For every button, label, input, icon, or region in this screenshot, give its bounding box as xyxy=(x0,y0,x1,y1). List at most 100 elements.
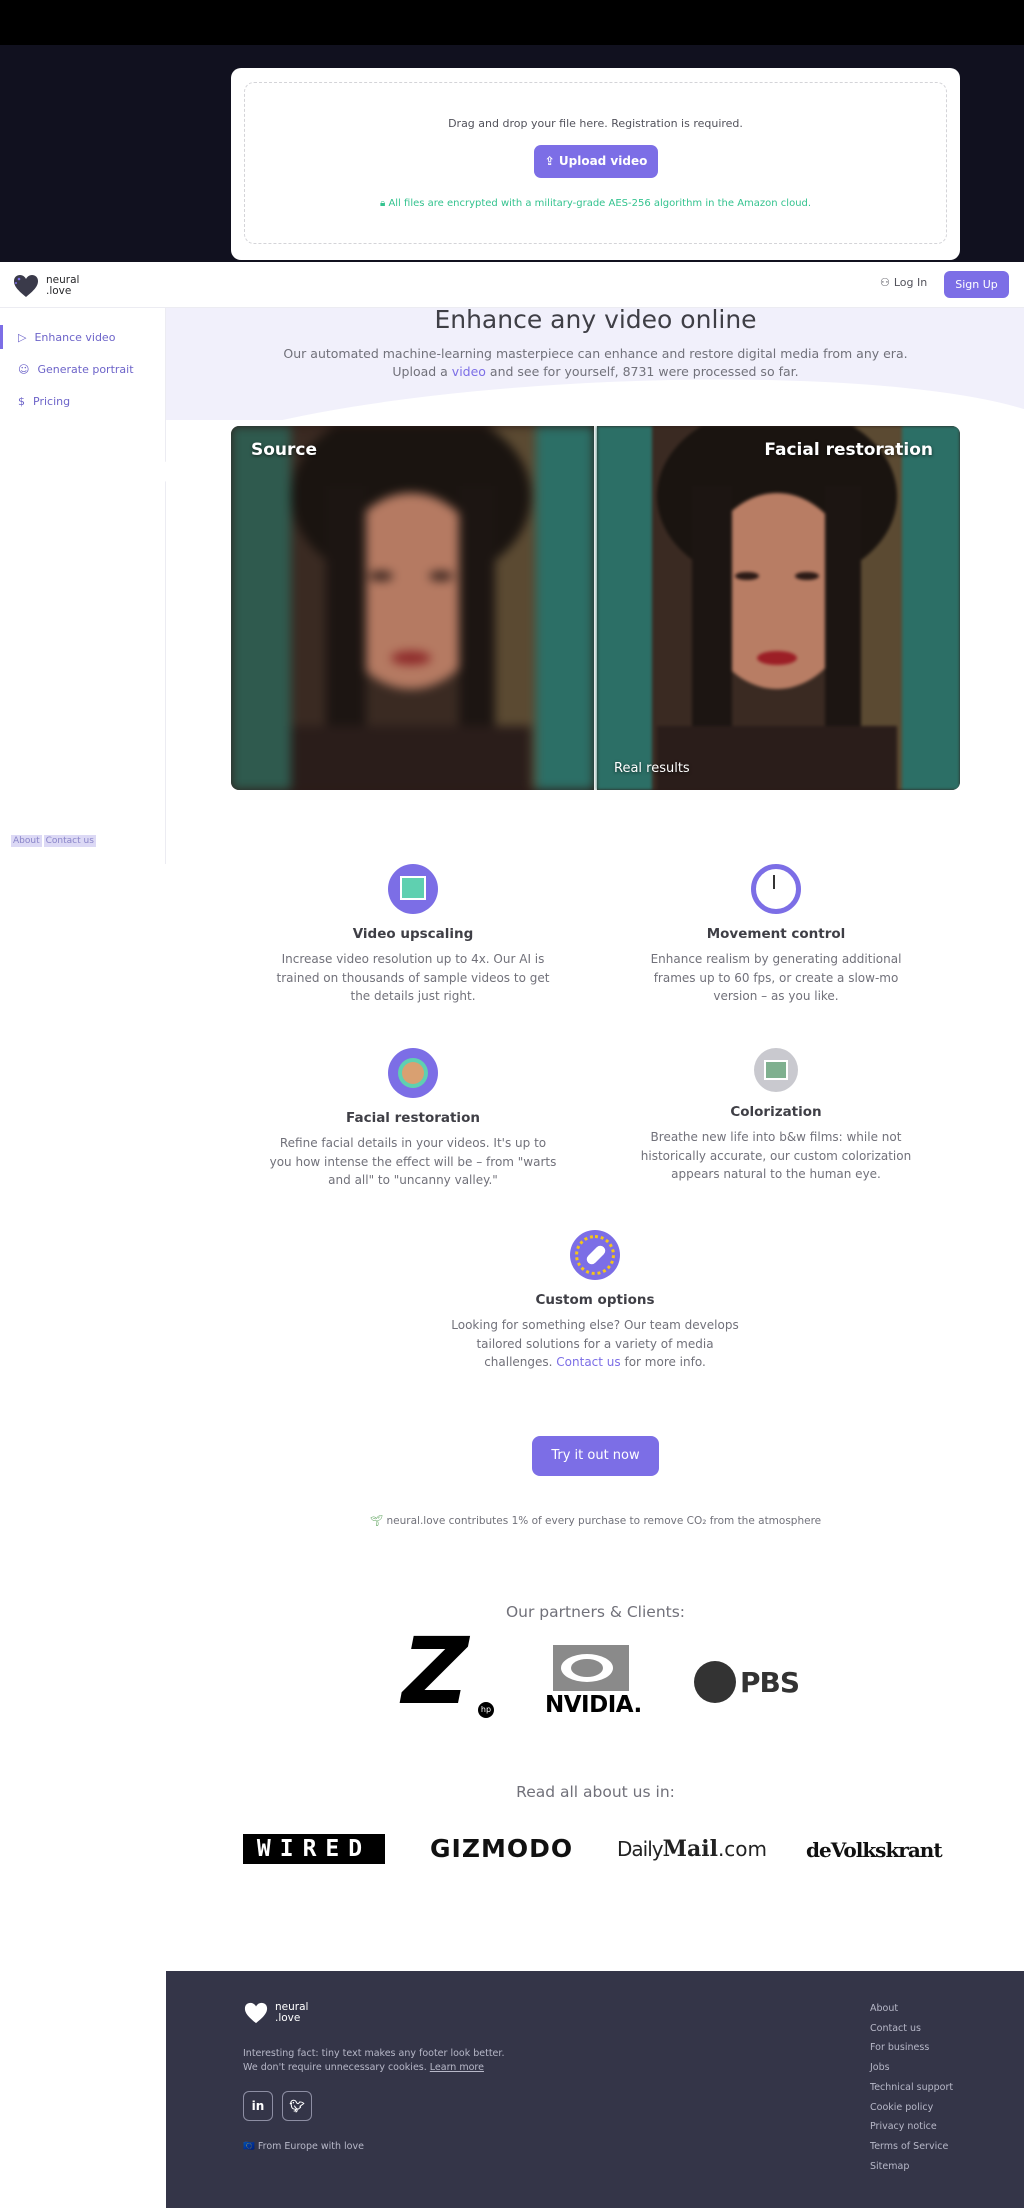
footer-link-about[interactable]: About xyxy=(870,1999,953,2019)
feature-movement-control: Movement control Enhance realism by gene… xyxy=(631,864,921,1006)
login-label: Log In xyxy=(893,276,928,289)
logo-text-line2: .love xyxy=(46,285,72,297)
image-upscale-icon xyxy=(388,864,438,914)
heart-logo-icon xyxy=(14,275,38,297)
footer-link-cookie[interactable]: Cookie policy xyxy=(870,2098,953,2118)
footer-fact-line1: Interesting fact: tiny text makes any fo… xyxy=(243,2048,505,2059)
feature-title: Video upscaling xyxy=(352,926,474,942)
upload-card: Drag and drop your file here. Registrati… xyxy=(231,68,960,260)
sidebar-item-pricing[interactable]: $ Pricing xyxy=(0,389,166,413)
footer-link-privacy[interactable]: Privacy notice xyxy=(870,2117,953,2137)
pbs-head-icon xyxy=(694,1661,736,1703)
hp-icon: hp xyxy=(478,1702,494,1718)
top-navigation: neural .love ⚇ Log In Sign Up xyxy=(0,262,1024,308)
dropzone[interactable]: Drag and drop your file here. Registrati… xyxy=(244,82,947,244)
linkedin-icon: in xyxy=(251,2099,265,2113)
custom-desc-post: for more info. xyxy=(620,1355,706,1369)
login-button[interactable]: ⚇ Log In xyxy=(880,276,927,289)
encryption-text: All files are encrypted with a military-… xyxy=(388,198,812,209)
hero-subtitle-pre: Upload a xyxy=(392,364,452,379)
learn-more-link[interactable]: Learn more xyxy=(430,2062,484,2073)
sidebar-about-link[interactable]: About xyxy=(11,835,42,847)
volkskrant-logo: deVolkskrant xyxy=(806,1838,943,1862)
sidebar-item-label: Generate portrait xyxy=(37,362,134,376)
dailymail-logo: DailyMail.com xyxy=(617,1836,767,1862)
twitter-button[interactable]: 🐦︎ xyxy=(282,2091,312,2121)
user-icon: ⚇ xyxy=(880,276,890,289)
footer-link-business[interactable]: For business xyxy=(870,2038,953,2058)
footer-europe: 🇪🇺 From Europe with love xyxy=(243,2141,364,2152)
co2-text: neural.love contributes 1% of every purc… xyxy=(386,1515,822,1527)
sprout-icon: 🌱︎ xyxy=(369,1515,387,1527)
smile-icon: ☺ xyxy=(18,362,30,376)
feature-description: Enhance realism by generating additional… xyxy=(650,952,902,1003)
hero-subtitle-post: and see for yourself, 8731 were processe… xyxy=(485,364,799,379)
feature-custom-options: Custom options Looking for something els… xyxy=(450,1230,740,1372)
feature-description: Increase video resolution up to 4x. Our … xyxy=(276,952,550,1003)
hero-subtitle: Our automated machine-learning masterpie… xyxy=(231,345,960,381)
page-title: Enhance any video online xyxy=(434,305,757,334)
footer-link-terms[interactable]: Terms of Service xyxy=(870,2137,953,2157)
feature-title: Custom options xyxy=(535,1292,655,1308)
sidebar-item-enhance-video[interactable]: ▷ Enhance video xyxy=(0,325,166,349)
footer-fact: Interesting fact: tiny text makes any fo… xyxy=(243,2047,504,2075)
logo[interactable]: neural .love xyxy=(12,273,79,299)
feature-description: Refine facial details in your videos. It… xyxy=(269,1136,557,1187)
upload-button-label: Upload video xyxy=(558,154,648,168)
encryption-notice: 🔒︎ All files are encrypted with a milita… xyxy=(245,198,946,209)
facial-restoration-label: Facial restoration xyxy=(764,440,933,460)
dailymail-com: .com xyxy=(717,1837,768,1861)
video-link[interactable]: video xyxy=(452,364,486,379)
sidebar-item-label: Pricing xyxy=(33,394,71,408)
upload-video-button[interactable]: ⇪ Upload video xyxy=(534,145,658,178)
eu-flag-icon: 🇪🇺 xyxy=(243,2141,258,2152)
face-icon xyxy=(388,1048,438,1098)
rocket-icon xyxy=(570,1230,620,1280)
sidebar: ▷ Enhance video ☺ Generate portrait $ Prici… xyxy=(0,308,166,864)
feature-title: Colorization xyxy=(730,1104,822,1120)
europe-text: From Europe with love xyxy=(257,2141,364,2152)
sidebar-item-generate-portrait[interactable]: ☺ Generate portrait xyxy=(0,357,166,381)
nvidia-eye-icon xyxy=(553,1645,629,1691)
gizmodo-logo: GIZMODO xyxy=(430,1834,574,1863)
contact-us-link[interactable]: Contact us xyxy=(556,1355,620,1369)
before-after-comparison[interactable]: Source Facial restoration Real results xyxy=(231,426,960,790)
sidebar-footer: About Contact us xyxy=(11,835,98,847)
dollar-icon: $ xyxy=(18,394,25,408)
real-results-label: Real results xyxy=(614,761,690,776)
dailymail-mail: Mail xyxy=(662,1836,718,1862)
nvidia-wordmark: NVIDIA. xyxy=(545,1692,642,1718)
source-label: Source xyxy=(251,440,318,460)
footer-link-support[interactable]: Technical support xyxy=(870,2078,953,2098)
feature-title: Movement control xyxy=(706,926,846,942)
footer-link-contact[interactable]: Contact us xyxy=(870,2019,953,2039)
restored-image xyxy=(597,426,960,790)
footer-link-jobs[interactable]: Jobs xyxy=(870,2058,953,2078)
pbs-wordmark: PBS xyxy=(740,1665,800,1699)
signup-button[interactable]: Sign Up xyxy=(944,271,1009,298)
nvidia-logo: NVIDIA. xyxy=(545,1645,645,1720)
feature-facial-restoration: Facial restoration Refine facial details… xyxy=(268,1048,558,1190)
feature-colorization: Colorization Breathe new life into b&w f… xyxy=(631,1048,921,1184)
pbs-logo: PBS xyxy=(694,1658,804,1706)
feature-video-upscaling: Video upscaling Increase video resolutio… xyxy=(268,864,558,1006)
wired-logo: WIRED xyxy=(243,1834,385,1864)
heart-logo-icon xyxy=(244,2002,268,2024)
press-heading: Read all about us in: xyxy=(516,1783,675,1801)
try-it-out-button[interactable]: Try it out now xyxy=(532,1436,659,1476)
footer-logo[interactable]: neural .love xyxy=(243,2001,308,2025)
zbook-logo: Z hp xyxy=(392,1618,498,1725)
twitter-icon: 🐦︎ xyxy=(289,2099,305,2113)
footer: neural .love Interesting fact: tiny text … xyxy=(166,1971,1024,2208)
feature-description: Looking for something else? Our team dev… xyxy=(450,1316,740,1372)
footer-fact-line2: We don't require unnecessary cookies. xyxy=(243,2062,430,2073)
cloud-upload-icon: ⇪ xyxy=(544,154,559,168)
footer-link-sitemap[interactable]: Sitemap xyxy=(870,2157,953,2177)
dropzone-instruction: Drag and drop your file here. Registrati… xyxy=(448,117,743,130)
play-icon: ▷ xyxy=(18,330,27,344)
linkedin-button[interactable]: in xyxy=(243,2091,273,2121)
sidebar-contact-link[interactable]: Contact us xyxy=(43,835,96,847)
partners-heading: Our partners & Clients: xyxy=(505,1603,686,1621)
feature-title: Facial restoration xyxy=(346,1110,480,1126)
source-image xyxy=(231,426,594,790)
